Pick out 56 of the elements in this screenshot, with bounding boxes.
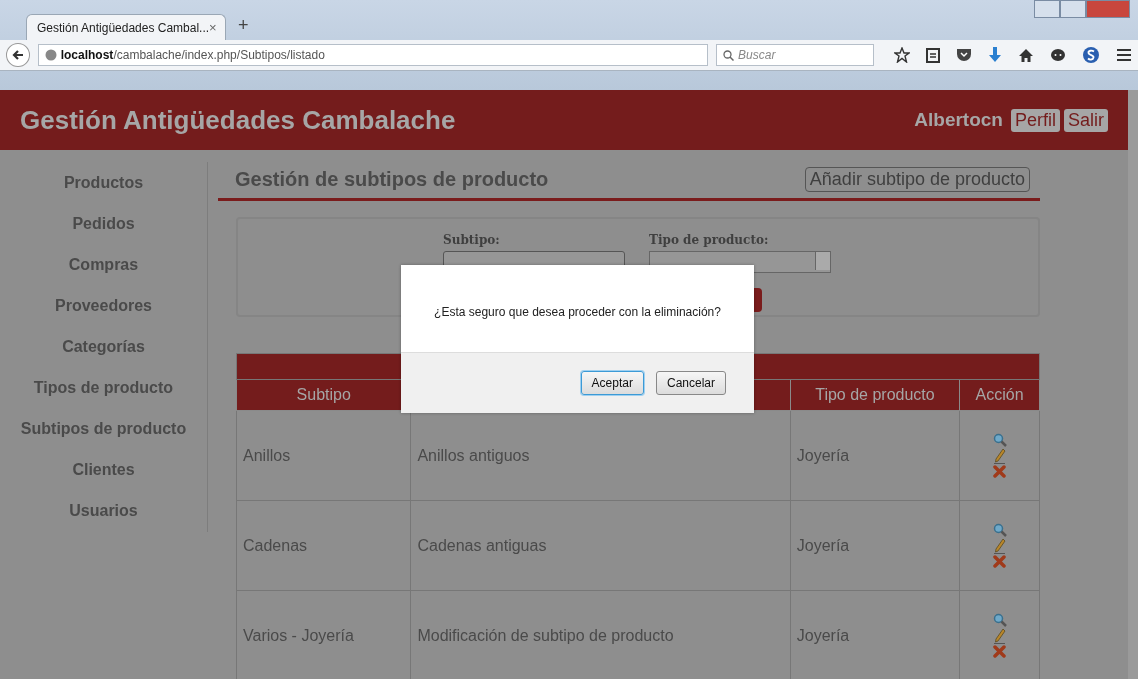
sidebar-item[interactable]: Tipos de producto xyxy=(33,367,174,409)
table-cell: Joyería xyxy=(790,500,960,591)
table-cell: Cadenas antiguas xyxy=(410,500,791,591)
pencil-icon[interactable] xyxy=(993,628,1006,644)
magnifier-icon[interactable] xyxy=(992,523,1007,537)
search-icon xyxy=(723,49,735,61)
maximize-button[interactable] xyxy=(1060,0,1086,18)
clipboard-icon[interactable] xyxy=(926,47,940,63)
dialog-button[interactable]: Aceptar xyxy=(580,371,644,395)
home-icon[interactable] xyxy=(1018,47,1034,63)
dialog-message: ¿Esta seguro que desea proceder con la eliminación? xyxy=(434,304,721,319)
header-button[interactable]: Perfil xyxy=(1010,108,1060,132)
download-icon[interactable] xyxy=(988,47,1002,63)
site-title: Gestión Antigüedades Cambalache xyxy=(20,104,456,136)
magnifier-icon[interactable] xyxy=(992,613,1007,627)
address-bar[interactable]: localhost/cambalache/index.php/Subtipos/listado xyxy=(37,44,709,66)
page-title: Gestión de subtipos de producto xyxy=(235,167,549,191)
sidebar-item[interactable]: Clientes xyxy=(72,449,135,491)
sidebar-item[interactable]: Compras xyxy=(68,244,139,286)
menu-icon[interactable] xyxy=(1116,48,1132,62)
back-button[interactable] xyxy=(6,43,30,67)
star-icon[interactable] xyxy=(894,47,910,63)
add-subtype-button[interactable]: Añadir subtipo de producto xyxy=(804,166,1030,192)
delete-icon[interactable] xyxy=(993,555,1007,568)
back-arrow-icon xyxy=(11,49,24,61)
browser-tab[interactable]: Gestión Antigüedades Cambal...× xyxy=(26,14,226,40)
new-tab-button[interactable]: + xyxy=(238,15,249,40)
field-label: Tipo de producto: xyxy=(649,233,770,247)
pocket-icon[interactable] xyxy=(956,48,972,62)
magnifier-icon[interactable] xyxy=(992,433,1007,447)
chat-icon[interactable] xyxy=(1050,47,1066,63)
table-cell: Cadenas xyxy=(236,500,411,591)
user-name: Albertocn xyxy=(914,109,1003,131)
field-label: Subtipo: xyxy=(443,233,501,247)
column-header: Tipo de producto xyxy=(790,379,960,411)
delete-icon[interactable] xyxy=(993,465,1007,478)
pencil-icon[interactable] xyxy=(993,448,1006,464)
table-cell: Varios - Joyería xyxy=(236,590,411,679)
header-button[interactable]: Salir xyxy=(1064,108,1108,132)
pencil-icon[interactable] xyxy=(993,538,1006,554)
delete-icon[interactable] xyxy=(993,645,1007,658)
sidebar-item[interactable]: Productos xyxy=(63,162,144,204)
search-field[interactable]: Buscar xyxy=(716,44,874,66)
close-icon[interactable]: × xyxy=(209,20,217,35)
sidebar-item[interactable]: Proveedores xyxy=(55,285,152,327)
minimize-button[interactable] xyxy=(1034,0,1060,18)
dialog-button[interactable]: Cancelar xyxy=(655,371,726,395)
sidebar-item[interactable]: Usuarios xyxy=(69,490,138,532)
table-cell: Joyería xyxy=(790,410,960,501)
extension-icon[interactable] xyxy=(1082,46,1100,64)
sidebar-item[interactable]: Categorías xyxy=(62,326,145,368)
column-header: Acción xyxy=(959,379,1040,411)
sidebar-item[interactable]: Subtipos de producto xyxy=(20,408,187,450)
sidebar-item[interactable]: Pedidos xyxy=(72,203,135,245)
table-cell: Anillos xyxy=(236,410,411,501)
scrollbar[interactable] xyxy=(1128,90,1138,679)
